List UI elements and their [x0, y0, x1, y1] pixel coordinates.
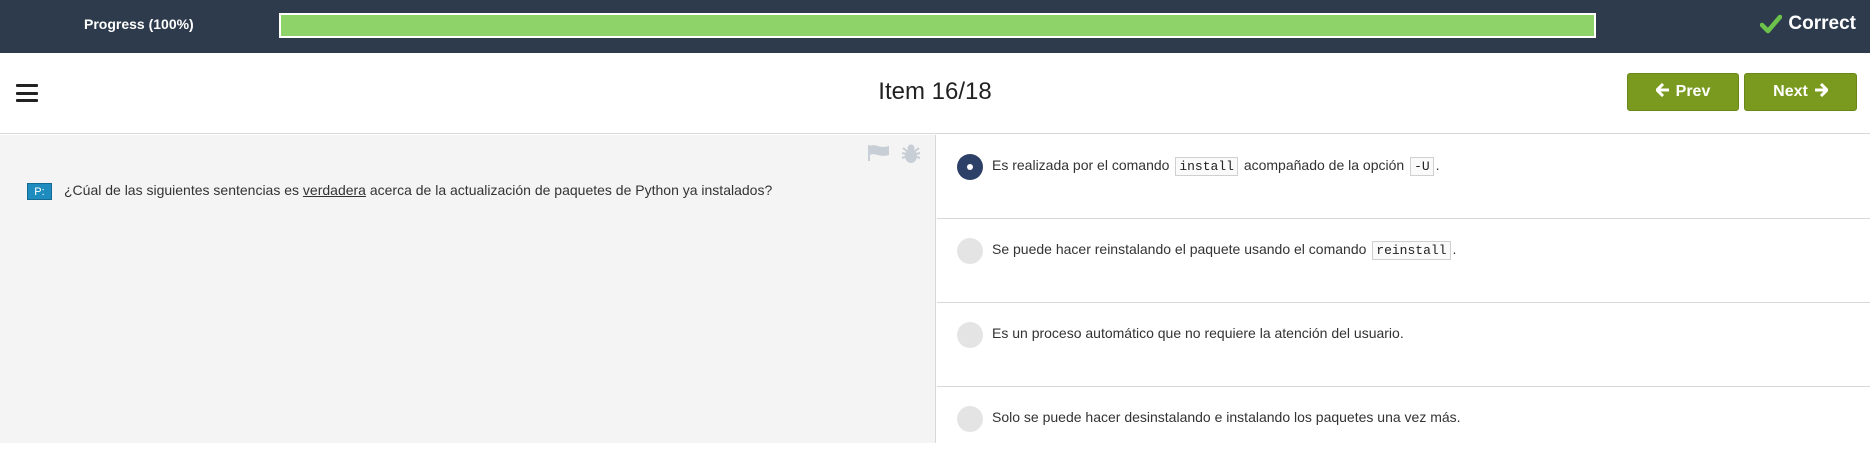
code-install: install [1175, 157, 1238, 176]
question-text-after: acerca de la actualización de paquetes d… [365, 182, 773, 198]
answer-text-part: . [1452, 241, 1457, 257]
progress-fill [281, 15, 1594, 36]
code-option-u: -U [1410, 157, 1434, 176]
item-header: Item 16/18 Prev Next [0, 53, 1870, 134]
progress-track [279, 13, 1596, 38]
answer-text: Solo se puede hacer desinstalando e inst… [992, 409, 1461, 425]
question-text: ¿Cúal de las siguientes sentencias es ve… [64, 182, 772, 198]
item-title: Item 16/18 [878, 78, 992, 105]
arrow-left-icon [1654, 82, 1670, 102]
prev-button[interactable]: Prev [1627, 73, 1739, 111]
progress-bar-header: Progress (100%) Correct [0, 0, 1870, 53]
answer-option[interactable]: Solo se puede hacer desinstalando e inst… [937, 387, 1870, 471]
radio-button[interactable] [957, 322, 983, 348]
question-badge: P: [27, 183, 52, 200]
answer-text-part: acompañado de la opción [1239, 157, 1409, 173]
answer-option[interactable]: Se puede hacer reinstalando el paquete u… [937, 219, 1870, 303]
next-button[interactable]: Next [1744, 73, 1857, 111]
answer-text-part: . [1435, 157, 1440, 173]
checkmark-icon [1760, 14, 1783, 34]
answer-text-part: Es realizada por el comando [992, 157, 1174, 173]
progress-label: Progress (100%) [84, 16, 194, 32]
prev-label: Prev [1675, 83, 1711, 100]
question-pane: P: ¿Cúal de las siguientes sentencias es… [0, 135, 936, 443]
next-label: Next [1773, 83, 1808, 100]
question-text-before: ¿Cúal de las siguientes sentencias es [64, 182, 303, 198]
radio-button[interactable] [957, 406, 983, 432]
answer-text-part: Se puede hacer reinstalando el paquete u… [992, 241, 1371, 257]
code-reinstall: reinstall [1372, 241, 1451, 260]
answer-text: Es realizada por el comando install acom… [992, 157, 1440, 176]
answer-text: Se puede hacer reinstalando el paquete u… [992, 241, 1457, 260]
answer-list: Es realizada por el comando install acom… [937, 135, 1870, 443]
radio-button[interactable] [957, 238, 983, 264]
answer-option[interactable]: Es realizada por el comando install acom… [937, 135, 1870, 219]
radio-button[interactable] [957, 154, 983, 180]
flag-icon[interactable] [867, 144, 891, 167]
answer-option[interactable]: Es un proceso automático que no requiere… [937, 303, 1870, 387]
status-text: Correct [1788, 13, 1856, 34]
bug-icon[interactable] [900, 144, 922, 169]
answer-text: Es un proceso automático que no requiere… [992, 325, 1404, 341]
result-status: Correct [1760, 13, 1856, 35]
arrow-right-icon [1814, 82, 1829, 102]
question-emphasis: verdadera [302, 182, 366, 198]
